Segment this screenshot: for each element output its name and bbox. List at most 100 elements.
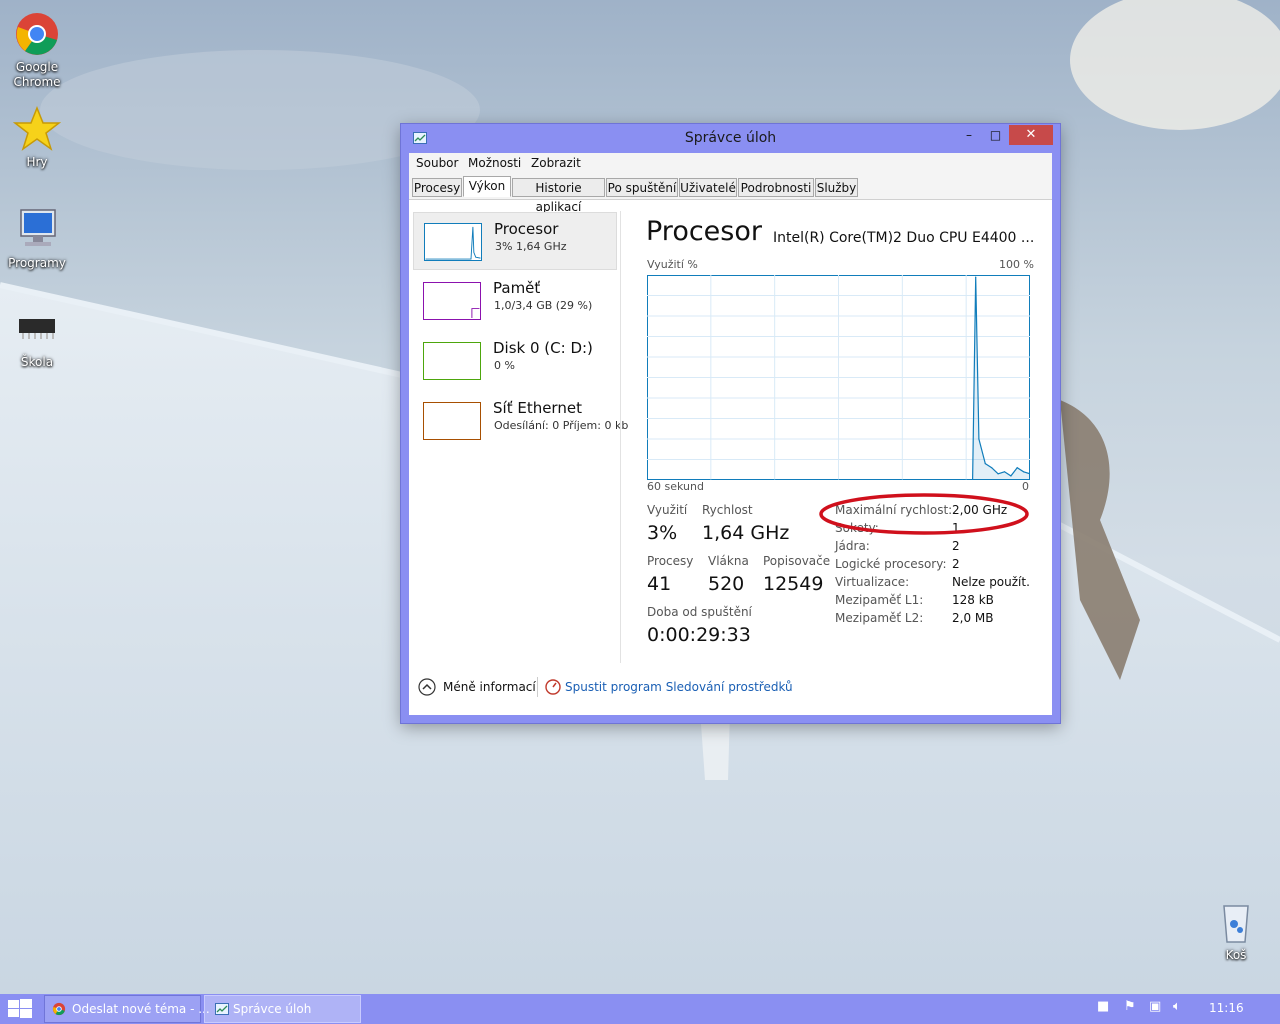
- desktop-icon-recycle-bin[interactable]: Koš: [1199, 898, 1273, 963]
- graph-y-label: Využití %: [647, 258, 698, 271]
- close-button[interactable]: ✕: [1009, 125, 1053, 145]
- performance-panel: Procesor Intel(R) Core(TM)2 Duo CPU E440…: [622, 200, 1052, 663]
- clock[interactable]: 11:16: [1209, 1001, 1244, 1015]
- spec-virtualization-label: Virtualizace:: [835, 575, 910, 589]
- cpu-usage-point: [1016, 467, 1018, 469]
- speed-label: Rychlost: [702, 503, 753, 517]
- spec-l2-value: 2,0 MB: [952, 611, 994, 625]
- footer-separator: [537, 677, 538, 697]
- sidebar-label: Disk 0 (C: D:): [493, 339, 593, 357]
- star-icon: [13, 105, 61, 151]
- cpu-usage-point: [975, 276, 977, 278]
- sidebar-label: Procesor: [494, 220, 559, 238]
- desktop-icon-label: Programy: [8, 256, 66, 270]
- open-resource-monitor-link[interactable]: Spustit program Sledování prostředků: [565, 680, 793, 694]
- tab-services[interactable]: Služby: [815, 178, 858, 197]
- desktop-icon-programs[interactable]: Programy: [0, 206, 74, 271]
- menu-options[interactable]: Možnosti: [468, 156, 521, 170]
- taskbar: Odeslat nové téma - ... Správce úloh ■ ⚑…: [0, 994, 1280, 1024]
- red-highlight-ellipse: [819, 493, 1029, 535]
- cpu-usage-point: [1003, 471, 1006, 473]
- task-manager-icon: [215, 1003, 229, 1015]
- handles-value: 12549: [763, 573, 824, 595]
- cpu-usage-point: [997, 473, 999, 475]
- resource-sidebar: Procesor 3% 1,64 GHz Paměť 1,0/3,4 GB (2…: [409, 200, 628, 663]
- speed-value: 1,64 GHz: [702, 522, 790, 544]
- tab-users[interactable]: Uživatelé: [679, 178, 737, 197]
- resource-monitor-icon: [545, 679, 561, 695]
- desktop-icon-label: Škola: [20, 355, 54, 369]
- spec-virtualization-value: Nelze použít.: [952, 575, 1030, 589]
- tab-performance[interactable]: Výkon: [463, 176, 511, 197]
- spec-l1-label: Mezipaměť L1:: [835, 593, 924, 607]
- minimize-button[interactable]: –: [956, 125, 982, 145]
- handles-label: Popisovače: [763, 554, 831, 568]
- uptime-label: Doba od spuštění: [647, 605, 752, 619]
- taskbar-item-label: Správce úloh: [233, 1002, 312, 1016]
- menu-file[interactable]: Soubor: [416, 156, 458, 170]
- sidebar-sub: 1,0/3,4 GB (29 %): [494, 299, 593, 312]
- chevron-up-circle-icon[interactable]: [418, 678, 436, 696]
- sidebar-sub: Odesílání: 0 Příjem: 0 kb: [494, 419, 629, 432]
- maximize-button[interactable]: □: [982, 125, 1009, 145]
- cpu-model-name: Intel(R) Core(TM)2 Duo CPU E4400 ...: [773, 230, 1035, 246]
- desktop-icon-chrome[interactable]: Google Chrome: [0, 10, 74, 90]
- task-manager-window: Správce úloh – □ ✕ Soubor Možnosti Zobra…: [401, 124, 1060, 723]
- volume-icon[interactable]: 🔈︎: [1173, 999, 1181, 1014]
- chrome-icon: [16, 13, 58, 55]
- title-bar[interactable]: Správce úloh – □ ✕: [401, 124, 1060, 152]
- disk-thumbnail-graph: [423, 342, 481, 380]
- ethernet-thumbnail-graph: [423, 402, 481, 440]
- tab-strip: Procesy Výkon Historie aplikací Po spušt…: [409, 173, 1052, 214]
- window-footer: Méně informací Spustit program Sledování…: [409, 663, 1052, 715]
- tab-startup[interactable]: Po spuštění: [606, 178, 678, 197]
- spec-cores-value: 2: [952, 539, 960, 553]
- action-center-flag-icon[interactable]: ■: [1097, 999, 1109, 1014]
- spec-cores-label: Jádra:: [835, 539, 870, 553]
- taskbar-item-task-manager[interactable]: Správce úloh: [204, 995, 361, 1023]
- graph-x-label: 60 sekund: [647, 480, 704, 493]
- taskbar-item-chrome[interactable]: Odeslat nové téma - ...: [44, 995, 210, 1023]
- sidebar-item-disk[interactable]: Disk 0 (C: D:) 0 %: [413, 332, 617, 390]
- cpu-usage-point: [1010, 475, 1012, 477]
- sidebar-divider: [620, 211, 621, 663]
- cpu-usage-point: [1023, 471, 1025, 473]
- sidebar-sub: 3% 1,64 GHz: [495, 240, 567, 253]
- menu-bar: Soubor Možnosti Zobrazit: [409, 153, 1052, 173]
- cpu-usage-point: [984, 463, 986, 465]
- sidebar-item-ethernet[interactable]: Síť Ethernet Odesílání: 0 Příjem: 0 kb: [413, 392, 628, 450]
- fewer-details-link[interactable]: Méně informací: [443, 680, 536, 694]
- network-icon[interactable]: ▣: [1149, 999, 1161, 1014]
- menu-view[interactable]: Zobrazit: [531, 156, 581, 170]
- graph-y-max: 100 %: [999, 258, 1034, 271]
- desktop-icon-school[interactable]: Škola: [0, 305, 74, 370]
- sidebar-item-memory[interactable]: Paměť 1,0/3,4 GB (29 %): [413, 272, 617, 330]
- util-value: 3%: [647, 522, 678, 544]
- panel-title: Procesor: [646, 216, 762, 247]
- flag-icon[interactable]: ⚑: [1124, 999, 1136, 1014]
- spec-l1-value: 128 kB: [952, 593, 994, 607]
- desktop-icon-games[interactable]: Hry: [0, 105, 74, 170]
- desktop-icon-label: Google Chrome: [13, 60, 61, 89]
- spec-logical-label: Logické procesory:: [835, 557, 947, 571]
- sidebar-item-cpu[interactable]: Procesor 3% 1,64 GHz: [413, 212, 617, 270]
- tab-processes[interactable]: Procesy: [412, 178, 462, 197]
- spec-l2-label: Mezipaměť L2:: [835, 611, 924, 625]
- tab-details[interactable]: Podrobnosti: [738, 178, 814, 197]
- memory-thumbnail-graph: [423, 282, 481, 320]
- desktop-icon-label: Koš: [1225, 948, 1247, 962]
- tab-app-history[interactable]: Historie aplikací: [512, 178, 605, 214]
- sidebar-sub: 0 %: [494, 359, 515, 372]
- threads-value: 520: [708, 573, 745, 595]
- processes-value: 41: [647, 573, 672, 595]
- taskbar-item-label: Odeslat nové téma - ...: [72, 1002, 210, 1016]
- cpu-usage-point: [978, 438, 980, 440]
- window-client: Soubor Možnosti Zobrazit Procesy Výkon H…: [409, 153, 1052, 715]
- sidebar-label: Paměť: [493, 279, 541, 297]
- threads-label: Vlákna: [708, 554, 749, 568]
- start-button-windows-icon[interactable]: [0, 994, 40, 1024]
- spec-logical-value: 2: [952, 557, 960, 571]
- computer-icon: [20, 209, 56, 246]
- desktop-icon-label: Hry: [26, 155, 48, 169]
- cpu-usage-point: [991, 467, 993, 469]
